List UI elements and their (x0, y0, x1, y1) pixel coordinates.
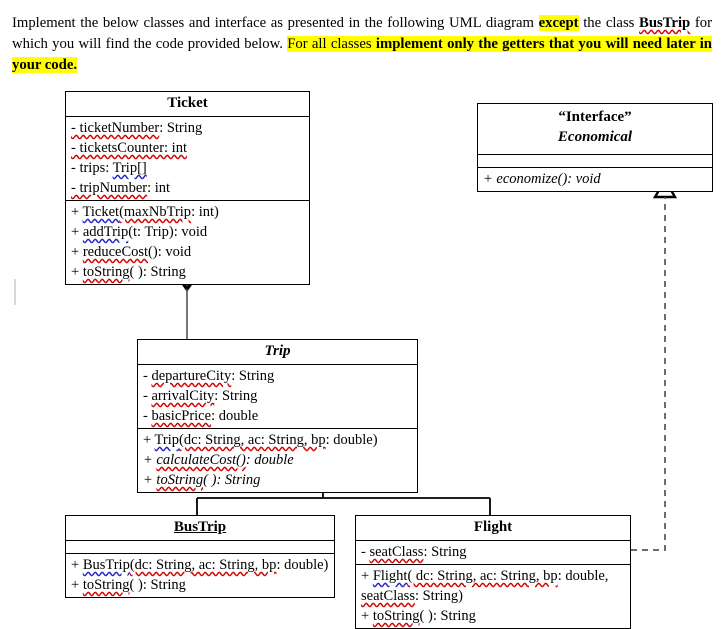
instruction-segment-1: except (538, 15, 579, 31)
attribute-row: - arrivalCity: String (143, 388, 258, 404)
method-row: + toString( ): String (361, 608, 476, 624)
attribute-row: - departureCity: String (143, 368, 275, 384)
class-name-ticket: Ticket (167, 95, 208, 111)
attribute-row: - ticketNumber: String (71, 120, 203, 136)
class-box-trip[interactable]: Trip - departureCity: String - arrivalCi… (137, 339, 418, 493)
attribute-row: - tripNumber: int (71, 180, 171, 196)
method-row: + calculateCost(): double (143, 452, 294, 468)
instruction-segment-3: BusTrip (639, 15, 691, 31)
class-box-bustrip[interactable]: BusTrip + BusTrip(dc: String, ac: String… (65, 515, 335, 598)
class-name-flight: Flight (473, 519, 513, 535)
methods-compartment-bustrip: + BusTrip(dc: String, ac: String, bp: do… (66, 553, 334, 597)
methods-compartment-trip: + Trip(dc: String, ac: String, bp: doubl… (138, 428, 417, 492)
method-row: + BusTrip(dc: String, ac: String, bp: do… (71, 557, 329, 573)
attribute-row: - seatClass: String (361, 544, 467, 560)
method-row: + toString( ): String (71, 577, 186, 593)
attributes-compartment-economical (478, 154, 712, 167)
attribute-row: - ticketsCounter: int (71, 140, 187, 156)
interface-header: “Interface” Economical (478, 104, 712, 154)
methods-compartment-economical: + economize(): void (478, 167, 712, 191)
attribute-row: - trips: Trip[] (71, 160, 147, 176)
attribute-row: - basicPrice: double (143, 408, 259, 424)
method-row: + Ticket(maxNbTrip: int) (71, 204, 219, 220)
method-row: + toString( ): String (143, 472, 261, 488)
instructions-paragraph: Implement the below classes and interfac… (12, 13, 712, 76)
interface-name: Economical (557, 129, 633, 145)
instruction-segment-2: the class (578, 15, 640, 31)
interface-box-economical[interactable]: “Interface” Economical + economize(): vo… (477, 103, 713, 192)
attributes-compartment-bustrip (66, 540, 334, 553)
class-box-ticket[interactable]: Ticket - ticketNumber: String - ticketsC… (65, 91, 310, 285)
page-edge-artifact (14, 279, 16, 305)
method-row: + Flight( dc: String, ac: String, bp: do… (361, 568, 609, 604)
realization-flight-economical (631, 177, 678, 551)
method-row: + reduceCost(): void (71, 244, 192, 260)
interface-stereotype: “Interface” (558, 109, 632, 125)
methods-compartment-flight: + Flight( dc: String, ac: String, bp: do… (356, 564, 630, 628)
class-name-bustrip: BusTrip (173, 519, 227, 535)
instruction-segment-5: For all classes (287, 36, 376, 52)
attributes-compartment-flight: - seatClass: String (356, 540, 630, 564)
instruction-segment-0: Implement the below classes and interfac… (12, 15, 539, 31)
realization-dashed-line (631, 197, 666, 551)
class-box-flight[interactable]: Flight - seatClass: String + Flight( dc:… (355, 515, 631, 629)
method-row: + economize(): void (483, 171, 601, 187)
attributes-compartment-ticket: - ticketNumber: String - ticketsCounter:… (66, 116, 309, 200)
methods-compartment-ticket: + Ticket(maxNbTrip: int) + addTrip(t: Tr… (66, 200, 309, 284)
method-row: + addTrip(t: Trip): void (71, 224, 208, 240)
class-name-trip: Trip (264, 343, 291, 359)
method-row: + Trip(dc: String, ac: String, bp: doubl… (143, 432, 378, 448)
attributes-compartment-trip: - departureCity: String - arrivalCity: S… (138, 364, 417, 428)
method-row: + toString( ): String (71, 264, 186, 280)
